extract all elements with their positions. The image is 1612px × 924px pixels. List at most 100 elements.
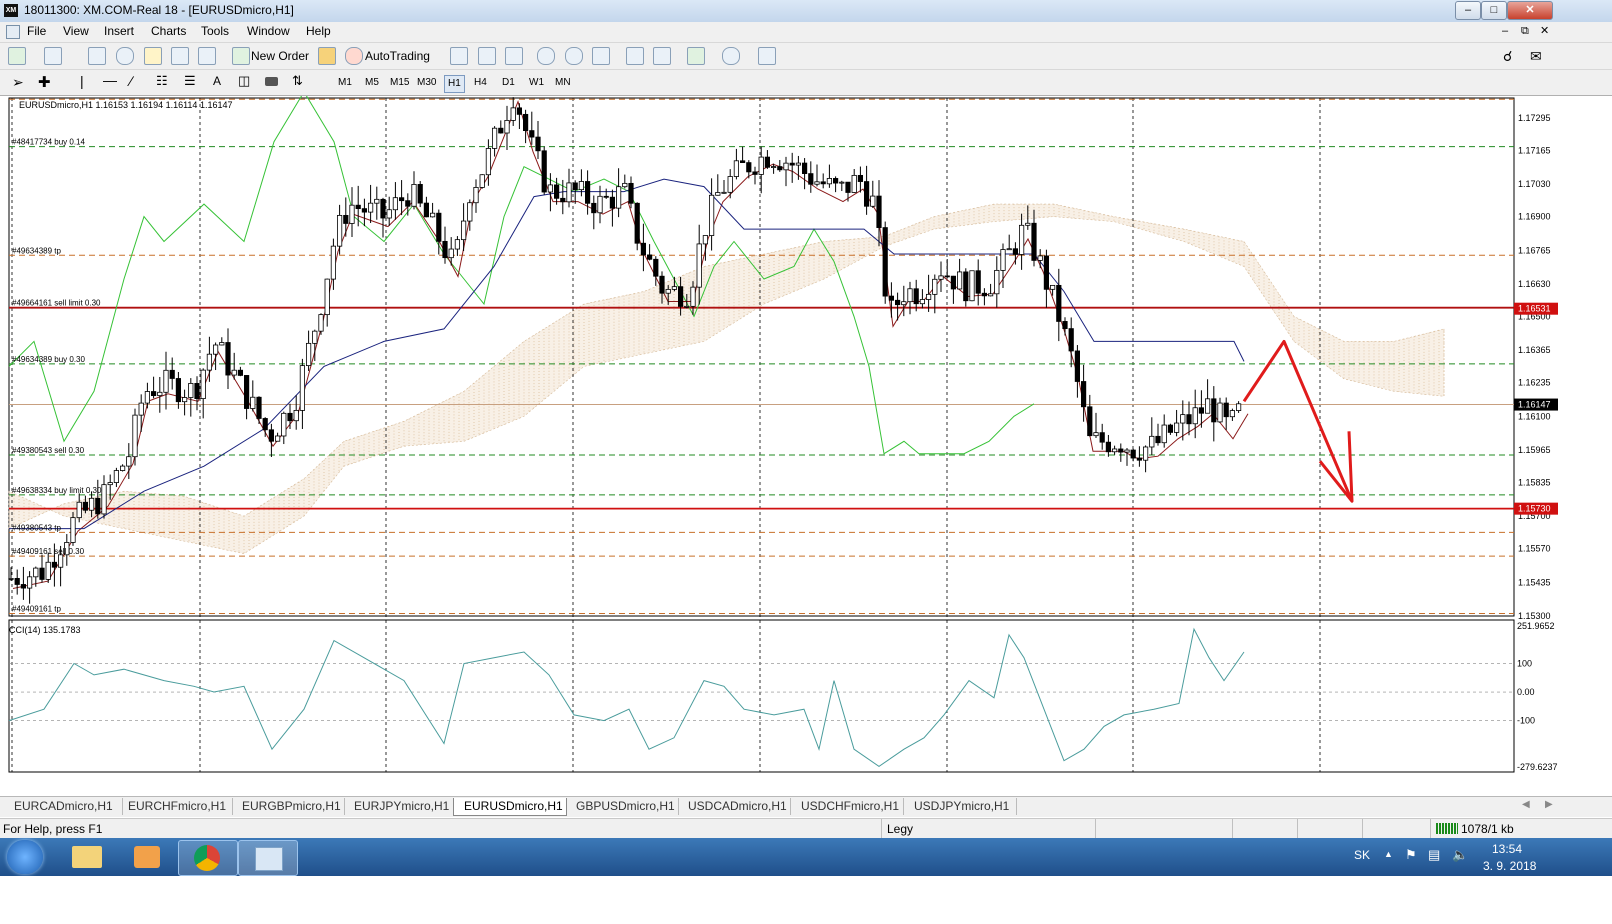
timeframe-h1[interactable]: H1 [444, 75, 465, 93]
candle-body [1211, 398, 1217, 423]
mdi-close-icon[interactable]: ✕ [1540, 24, 1549, 37]
candle-body [572, 182, 578, 191]
menu-tools[interactable]: Tools [201, 24, 229, 38]
tab-usdcad[interactable]: USDCADmicro,H1 [678, 798, 791, 815]
close-button[interactable]: ✕ [1507, 1, 1553, 20]
volume-icon[interactable]: 🔈 [1452, 847, 1468, 863]
timeframe-m1[interactable]: M1 [335, 75, 355, 91]
candle-body [324, 278, 330, 316]
timeframe-m5[interactable]: M5 [362, 75, 382, 91]
start-button[interactable] [7, 840, 43, 874]
horizontal-line-icon[interactable]: — [103, 72, 117, 88]
chat-icon[interactable]: ✉ [1530, 48, 1542, 65]
chart-shift-icon[interactable] [626, 47, 644, 65]
autotrading-button[interactable]: AutoTrading [365, 47, 430, 65]
minimize-button[interactable]: – [1455, 1, 1481, 20]
new-order-button[interactable]: New Order [251, 47, 309, 65]
timeframe-d1[interactable]: D1 [499, 75, 518, 91]
tab-scroll-right-icon[interactable]: ▶ [1545, 799, 1553, 810]
strategy-tester-icon[interactable] [198, 47, 216, 65]
action-center-icon[interactable]: ⚑ [1405, 847, 1417, 863]
terminal-icon[interactable] [171, 47, 189, 65]
price-axis-label: 1.15965 [1518, 445, 1551, 455]
line-chart-icon[interactable] [505, 47, 523, 65]
market-watch-icon[interactable] [88, 47, 106, 65]
vertical-line-icon[interactable]: | [80, 73, 84, 89]
tab-eurgbp[interactable]: EURGBPmicro,H1 [232, 798, 345, 815]
navigator-icon[interactable] [144, 47, 162, 65]
candle-body [1087, 406, 1093, 437]
timeframe-h4[interactable]: H4 [471, 75, 490, 91]
tab-gbpusd[interactable]: GBPUSDmicro,H1 [566, 798, 679, 815]
tab-eurusd[interactable]: EURUSDmicro,H1 [453, 798, 567, 816]
media-taskbar-button[interactable] [118, 840, 176, 874]
cursor-icon[interactable]: ➢ [12, 74, 24, 91]
timeframe-mn[interactable]: MN [552, 75, 574, 91]
candle-body [833, 178, 839, 184]
window-title: 18011300: XM.COM-Real 18 - [EURUSDmicro,… [24, 3, 294, 17]
crosshair-icon[interactable]: ✚ [38, 73, 51, 91]
clock-date[interactable]: 3. 9. 2018 [1483, 859, 1536, 873]
tab-eurjpy[interactable]: EURJPYmicro,H1 [344, 798, 457, 815]
candle-body [1192, 407, 1198, 425]
tab-eurcad[interactable]: EURCADmicro,H1 [4, 798, 123, 815]
document-icon[interactable] [6, 25, 20, 39]
trendline-icon[interactable]: ∕ [130, 73, 132, 89]
mt4-taskbar-button[interactable] [238, 840, 298, 876]
text-label-icon[interactable]: ◫ [238, 73, 250, 89]
profiles-icon[interactable] [44, 47, 62, 65]
zoom-in-icon[interactable] [537, 47, 555, 65]
data-window-icon[interactable] [116, 47, 134, 65]
menu-view[interactable]: View [63, 24, 89, 38]
rectangle-icon[interactable] [265, 77, 278, 86]
menu-charts[interactable]: Charts [151, 24, 186, 38]
network-icon[interactable]: ▤ [1428, 847, 1440, 863]
timeframe-m15[interactable]: M15 [387, 75, 412, 91]
search-icon[interactable]: ☌ [1503, 48, 1512, 65]
metaeditor-icon[interactable] [318, 47, 336, 65]
tray-expand-icon[interactable]: ▲ [1384, 849, 1393, 859]
clock-time[interactable]: 13:54 [1492, 842, 1522, 856]
price-axis-label: 1.16900 [1518, 212, 1551, 222]
zoom-out-icon[interactable] [565, 47, 583, 65]
new-chart-icon[interactable] [8, 47, 26, 65]
autoscroll-icon[interactable] [653, 47, 671, 65]
indicators-icon[interactable] [687, 47, 705, 65]
tab-usdchf[interactable]: USDCHFmicro,H1 [791, 798, 904, 815]
mdi-restore-icon[interactable]: ⧉ [1521, 25, 1529, 38]
candle-body [653, 258, 659, 277]
candle-body [26, 576, 33, 589]
tab-usdjpy[interactable]: USDJPYmicro,H1 [904, 798, 1017, 815]
candle-body [150, 391, 157, 397]
channel-icon[interactable]: ☷ [156, 73, 168, 89]
arrows-icon[interactable]: ⇅ [292, 73, 303, 89]
bar-chart-icon[interactable] [450, 47, 468, 65]
tab-scroll-left-icon[interactable]: ◀ [1522, 799, 1530, 810]
menu-insert[interactable]: Insert [104, 24, 134, 38]
fibonacci-icon[interactable]: ☰ [184, 73, 196, 89]
explorer-taskbar-button[interactable] [58, 840, 116, 874]
menu-help[interactable]: Help [306, 24, 331, 38]
language-indicator[interactable]: SK [1354, 848, 1370, 862]
menu-file[interactable]: File [27, 24, 46, 38]
price-chart[interactable]: EURUSDmicro,H1 1.16153 1.16194 1.16114 1… [4, 96, 1558, 776]
periods-icon[interactable] [722, 47, 740, 65]
new-order-icon[interactable] [232, 47, 250, 65]
candlestick-icon[interactable] [478, 47, 496, 65]
maximize-button[interactable]: □ [1481, 1, 1507, 20]
candle-body [926, 293, 932, 300]
text-tool[interactable]: A [213, 74, 221, 88]
timeframe-m30[interactable]: M30 [414, 75, 439, 91]
tab-eurchf[interactable]: EURCHFmicro,H1 [118, 798, 233, 815]
mdi-minimize-icon[interactable]: – [1502, 25, 1508, 37]
chrome-taskbar-button[interactable] [178, 840, 238, 876]
autotrading-icon[interactable] [345, 47, 363, 65]
templates-icon[interactable] [758, 47, 776, 65]
tile-windows-icon[interactable] [592, 47, 610, 65]
order-label: #49634389 buy 0.30 [12, 355, 86, 364]
timeframe-w1[interactable]: W1 [526, 75, 547, 91]
menu-window[interactable]: Window [247, 24, 290, 38]
profile-name[interactable]: Legy [887, 822, 913, 836]
candle-body [888, 295, 895, 301]
candle-body [1143, 446, 1149, 461]
